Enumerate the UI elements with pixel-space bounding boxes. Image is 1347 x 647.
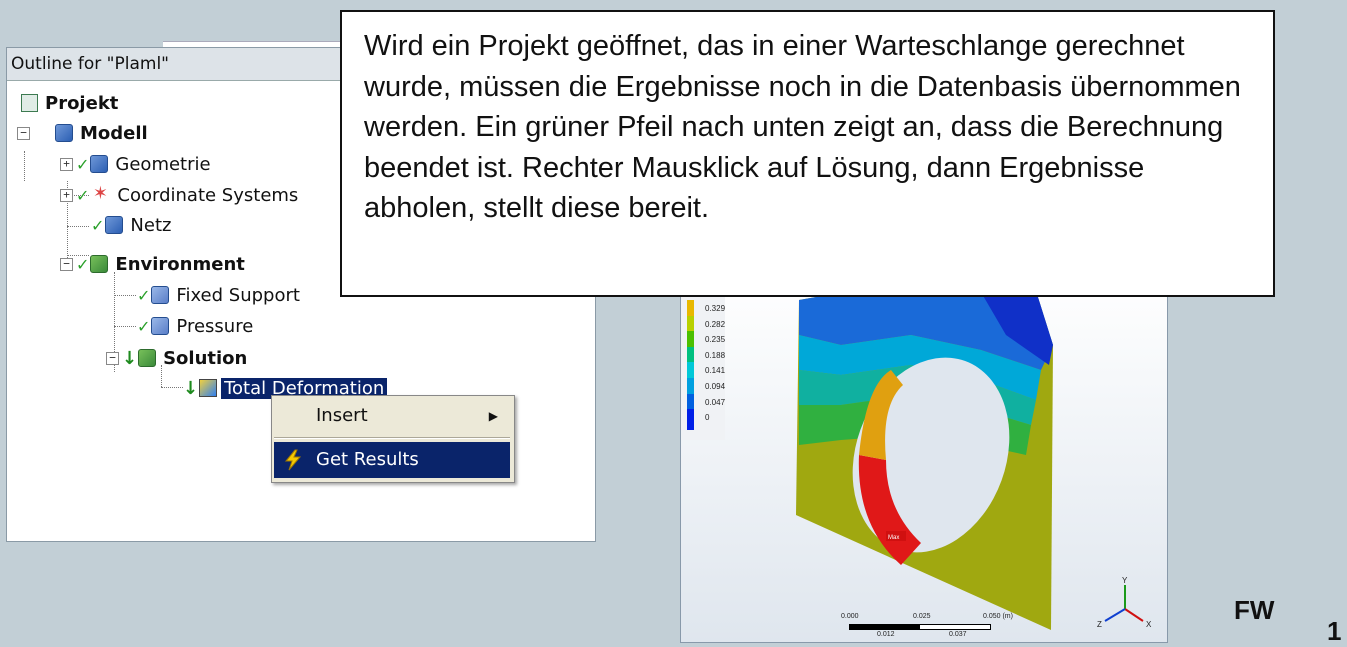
legend-value: 0.094 — [705, 382, 726, 391]
check-icon: ✓ — [137, 285, 151, 305]
tree-item-label: Fixed Support — [176, 284, 300, 306]
legend-value: 0.282 — [705, 319, 726, 329]
legend-value: 0.141 — [705, 366, 726, 376]
legend-value: 0.329 — [705, 304, 726, 313]
tree-item-label: Modell — [80, 122, 148, 144]
tree-item-label: Environment — [115, 253, 245, 275]
footer-fw: FW — [1234, 595, 1275, 625]
check-icon: ✓ — [76, 185, 90, 205]
scale-label: 0.050 (m) — [983, 613, 1013, 620]
x-axis-line — [1124, 608, 1144, 622]
collapse-icon[interactable]: − — [17, 126, 30, 140]
legend-value: 0.188 — [705, 350, 726, 360]
tree-connector — [114, 295, 136, 296]
tree-connector — [114, 326, 136, 327]
menu-item-label: Insert — [316, 405, 368, 426]
tree-item-label: Netz — [130, 214, 172, 236]
lightning-bolt-icon — [284, 449, 302, 471]
callout-box: Wird ein Projekt geöffnet, das in einer … — [340, 10, 1275, 297]
scale-sub-label: 0.037 — [949, 631, 967, 638]
legend-value: 0.235 — [705, 335, 726, 345]
fixed-support-icon — [151, 286, 170, 304]
environment-icon — [90, 255, 109, 273]
menu-item-label: Get Results — [316, 449, 419, 470]
page-number: 1 — [1327, 616, 1342, 646]
pressure-icon — [151, 317, 170, 335]
tree-connector — [24, 151, 25, 181]
tree-item-label: Solution — [163, 347, 248, 369]
menu-item-get-results[interactable]: Get Results — [274, 442, 510, 478]
tree-item-label: Geometrie — [115, 153, 211, 175]
legend-swatch — [687, 409, 694, 431]
tree-item-modell[interactable]: − Modell — [17, 119, 151, 147]
z-axis-label: Z — [1097, 620, 1102, 629]
tree-item-label: Pressure — [176, 315, 254, 337]
result-viewport[interactable]: Max Y X Z 0.329 0.282 0.235 0.188 0.141 0.094… — [680, 274, 1168, 643]
tree-item-environment[interactable]: − ✓ Environment — [60, 250, 248, 278]
scale-label: 0.000 — [841, 613, 859, 620]
x-axis-label: X — [1146, 620, 1152, 629]
mesh-icon — [105, 216, 124, 234]
model-icon — [55, 124, 73, 142]
deformation-icon — [199, 379, 218, 397]
tree-item-projekt[interactable]: Projekt — [21, 89, 121, 117]
z-axis-line — [1104, 608, 1126, 622]
context-menu: Insert ▶ Get Results — [271, 395, 515, 483]
coordinate-system-icon: ✶ — [92, 183, 108, 204]
menu-item-insert[interactable]: Insert ▶ — [274, 398, 510, 434]
tree-item-label: Projekt — [45, 92, 119, 114]
scale-bar-graphic — [849, 624, 991, 630]
tree-connector — [67, 226, 89, 227]
tree-item-solution[interactable]: − ↓ Solution — [106, 344, 250, 372]
solution-icon — [138, 349, 157, 367]
legend-value: 0.047 — [705, 397, 726, 407]
scale-sub-label: 0.012 — [877, 631, 895, 638]
arrow-down-icon: ↓ — [183, 377, 199, 399]
collapse-icon[interactable]: − — [106, 351, 119, 365]
max-label: Max — [888, 535, 899, 541]
tree-item-netz[interactable]: ✓ Netz — [91, 211, 174, 239]
check-icon: ✓ — [91, 215, 105, 235]
collapse-icon[interactable]: − — [60, 257, 73, 271]
callout-text: Wird ein Projekt geöffnet, das in einer … — [364, 30, 1241, 224]
check-icon: ✓ — [76, 254, 90, 274]
expand-icon[interactable]: + — [60, 157, 73, 171]
y-axis-label: Y — [1122, 576, 1128, 585]
tree-item-label: Coordinate Systems — [117, 184, 299, 206]
legend-value: 0 — [705, 413, 710, 423]
menu-separator — [274, 437, 510, 439]
project-icon — [21, 94, 38, 112]
tree-connector — [161, 387, 183, 388]
scale-label: 0.025 — [913, 613, 931, 620]
tree-item-coordinate-systems[interactable]: + ✓ ✶ Coordinate Systems — [60, 181, 301, 209]
check-icon: ✓ — [76, 154, 90, 174]
arrow-down-icon: ↓ — [122, 347, 138, 369]
geometry-icon — [90, 155, 109, 173]
tree-item-fixed-support[interactable]: ✓ Fixed Support — [137, 281, 303, 309]
tree-item-pressure[interactable]: ✓ Pressure — [137, 312, 256, 340]
submenu-arrow-icon: ▶ — [488, 409, 498, 423]
expand-icon[interactable]: + — [60, 188, 73, 202]
check-icon: ✓ — [137, 316, 151, 336]
tree-item-geometrie[interactable]: + ✓ Geometrie — [60, 150, 214, 178]
deformation-plot: Max Y X Z — [796, 275, 1152, 630]
